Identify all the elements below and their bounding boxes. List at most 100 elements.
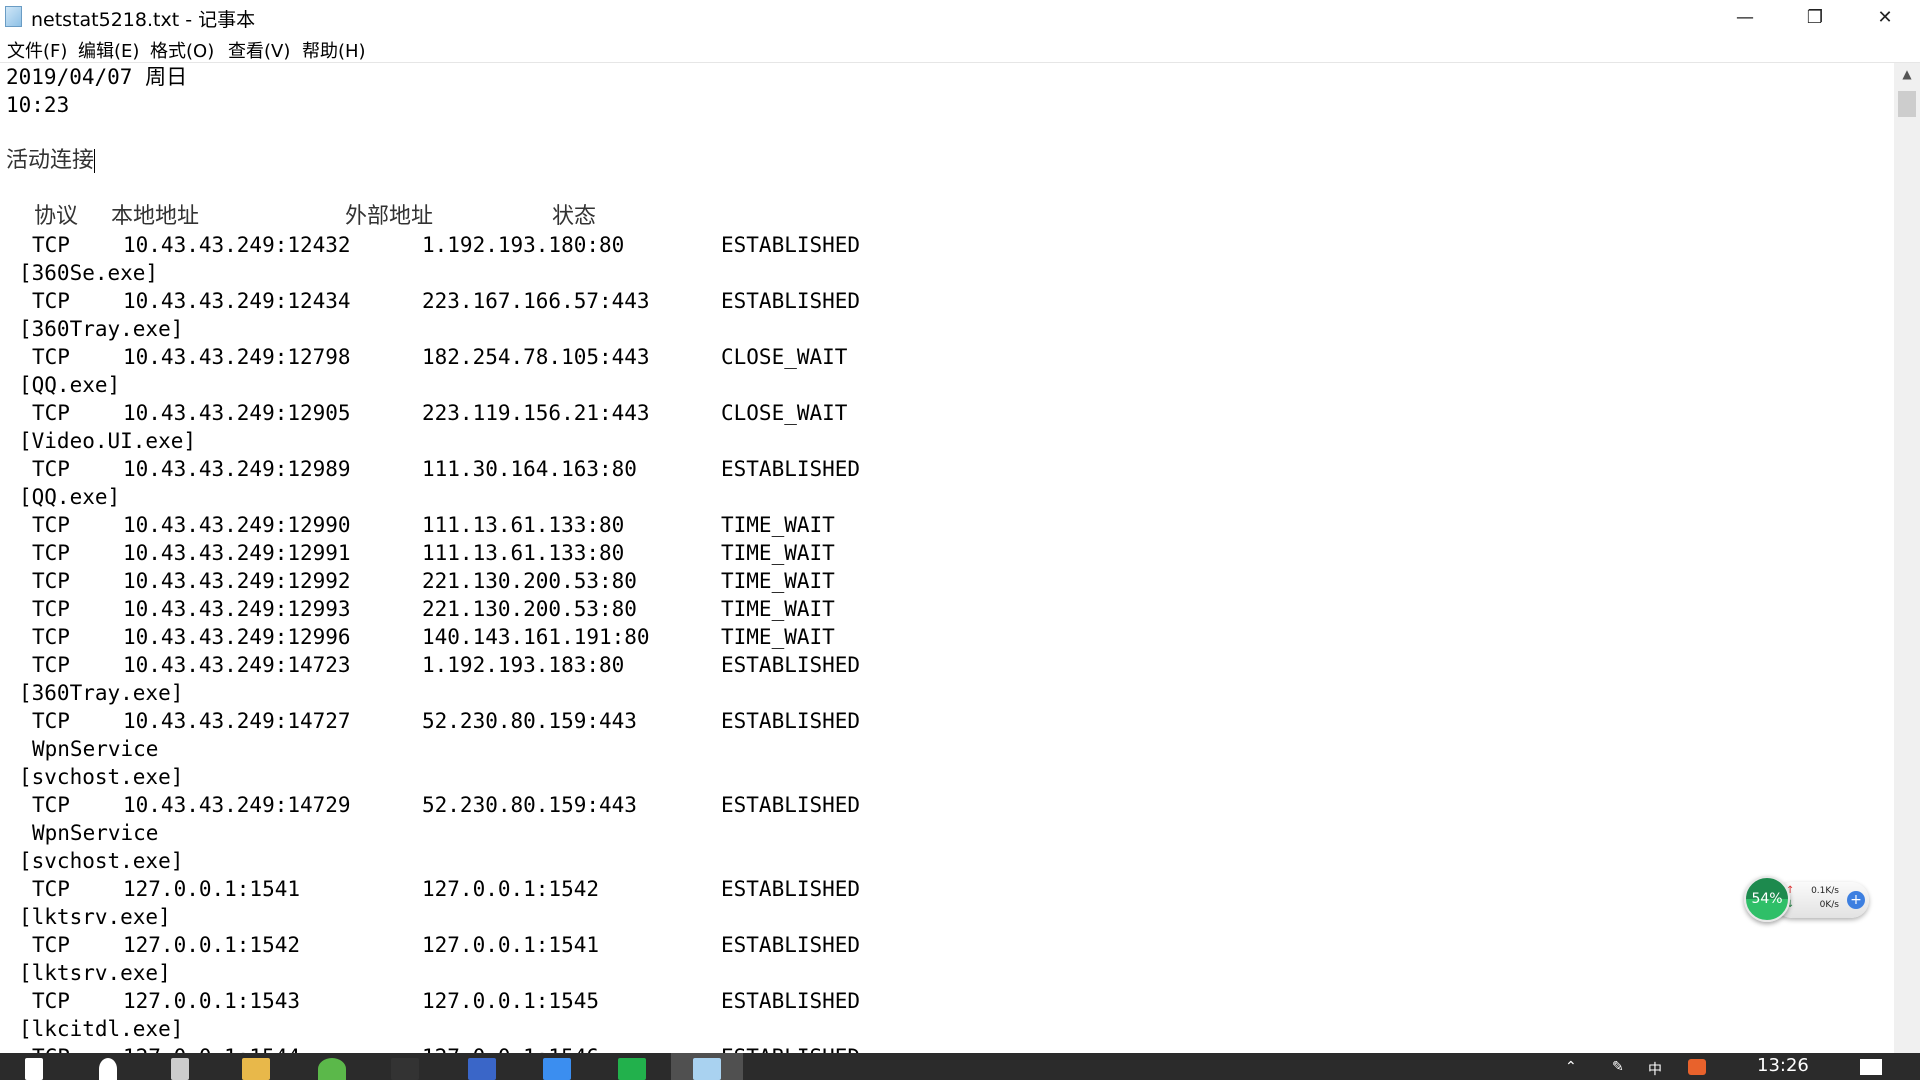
local-address-cell: 10.43.43.249:12798 bbox=[123, 345, 351, 369]
local-address-cell: 10.43.43.249:12434 bbox=[123, 289, 351, 313]
process-name: [360Se.exe] bbox=[19, 261, 159, 285]
close-button[interactable]: ✕ bbox=[1850, 0, 1920, 34]
browser-icon[interactable] bbox=[318, 1058, 346, 1080]
protocol-cell: TCP bbox=[32, 233, 70, 257]
foreign-address-cell: 127.0.0.1:1545 bbox=[422, 989, 600, 1013]
protocol-cell: TCP bbox=[32, 989, 70, 1013]
service-line: WpnService bbox=[0, 735, 1894, 763]
connection-row: TCP 10.43.43.249:14727 52.230.80.159:443 ES… bbox=[0, 707, 1894, 735]
restore-icon: ❐ bbox=[1806, 6, 1824, 28]
windows-start-icon[interactable] bbox=[25, 1058, 43, 1080]
header-foreign-address: 外部地址 bbox=[345, 204, 434, 229]
app-store-icon[interactable] bbox=[543, 1058, 571, 1080]
menu-format[interactable]: 格式(O) bbox=[150, 37, 214, 63]
process-name: [Video.UI.exe] bbox=[19, 429, 197, 453]
local-address-cell: 10.43.43.249:12996 bbox=[123, 625, 351, 649]
foreign-address-cell: 111.13.61.133:80 bbox=[422, 513, 625, 537]
notification-center-icon[interactable] bbox=[1860, 1059, 1882, 1075]
connection-row: TCP 10.43.43.249:12993 221.130.200.53:80 TI… bbox=[0, 595, 1894, 623]
foreign-address-cell: 127.0.0.1:1546 bbox=[422, 1043, 599, 1053]
speed-monitor-widget[interactable]: ↑ ↓ 0.1K/s 0K/s + 54% bbox=[1744, 876, 1869, 924]
service-name: WpnService bbox=[32, 737, 159, 761]
foreign-address-cell: 140.143.161.191:80 bbox=[422, 625, 650, 649]
menu-file[interactable]: 文件(F) bbox=[7, 37, 67, 63]
taskbar: ⌃ ✎ 中 13:26 bbox=[0, 1053, 1920, 1080]
notepad-icon bbox=[5, 6, 22, 27]
protocol-cell: TCP bbox=[32, 401, 70, 425]
tray-expand-icon[interactable]: ⌃ bbox=[1565, 1059, 1577, 1075]
foreign-address-cell: 52.230.80.159:443 bbox=[422, 793, 637, 817]
foreign-address-cell: 1.192.193.183:80 bbox=[422, 653, 625, 677]
local-address-cell: 10.43.43.249:14729 bbox=[123, 793, 351, 817]
service-line: WpnService bbox=[0, 819, 1894, 847]
menu-help[interactable]: 帮助(H) bbox=[302, 37, 366, 63]
connection-row: TCP 10.43.43.249:12989 111.30.164.163:80 ES… bbox=[0, 455, 1894, 483]
text-editor[interactable]: 2019/04/07 周日 10:23 活动连接 协议 本地地址 外部地址 状态… bbox=[0, 63, 1894, 1053]
state-cell: TIME_WAIT bbox=[721, 513, 835, 537]
local-address-cell: 10.43.43.249:12432 bbox=[123, 233, 351, 257]
process-name: [QQ.exe] bbox=[19, 373, 121, 397]
local-address-cell: 10.43.43.249:14723 bbox=[123, 653, 351, 677]
foreign-address-cell: 111.30.164.163:80 bbox=[422, 457, 637, 481]
pen-icon[interactable]: ✎ bbox=[1612, 1059, 1624, 1075]
accelerate-plus-icon[interactable]: + bbox=[1847, 891, 1865, 909]
time-line: 10:23 bbox=[0, 91, 1894, 119]
upload-speed: 0.1K/s bbox=[1811, 886, 1839, 896]
process-name: [svchost.exe] bbox=[19, 765, 184, 789]
protocol-cell: TCP bbox=[32, 709, 70, 733]
process-line: [svchost.exe] bbox=[0, 847, 1894, 875]
minimize-button[interactable]: — bbox=[1710, 0, 1780, 34]
clock[interactable]: 13:26 bbox=[1757, 1055, 1809, 1076]
memory-usage-ball[interactable]: 54% bbox=[1744, 876, 1790, 922]
connection-row: TCP 127.0.0.1:1541 127.0.0.1:1542 ESTABLISH… bbox=[0, 875, 1894, 903]
notepad-icon[interactable] bbox=[693, 1058, 721, 1080]
connection-row: TCP 10.43.43.249:12905 223.119.156.21:443 C… bbox=[0, 399, 1894, 427]
process-line: [QQ.exe] bbox=[0, 483, 1894, 511]
section-title: 活动连接 bbox=[6, 147, 96, 175]
process-name: [svchost.exe] bbox=[19, 849, 184, 873]
local-address-cell: 10.43.43.249:12905 bbox=[123, 401, 351, 425]
cmd-icon[interactable] bbox=[391, 1058, 419, 1080]
title-bar: netstat5218.txt - 记事本 — ❐ ✕ bbox=[0, 0, 1920, 34]
time-text: 10:23 bbox=[6, 93, 70, 117]
foreign-address-cell: 223.119.156.21:443 bbox=[422, 401, 650, 425]
state-cell: ESTABLISHED bbox=[721, 289, 861, 313]
scroll-up-arrow-icon[interactable]: ▲ bbox=[1894, 67, 1920, 81]
foreign-address-cell: 221.130.200.53:80 bbox=[422, 597, 637, 621]
connection-row: TCP 127.0.0.1:1542 127.0.0.1:1541 ESTABLISH… bbox=[0, 931, 1894, 959]
process-name: [lktsrv.exe] bbox=[19, 905, 171, 929]
process-line: [360Tray.exe] bbox=[0, 679, 1894, 707]
local-address-cell: 10.43.43.249:12993 bbox=[123, 597, 351, 621]
menu-view[interactable]: 查看(V) bbox=[228, 37, 290, 63]
connection-row: TCP 10.43.43.249:12996 140.143.161.191:80 T… bbox=[0, 623, 1894, 651]
ime-indicator[interactable]: 中 bbox=[1648, 1059, 1662, 1079]
menu-edit[interactable]: 编辑(E) bbox=[78, 37, 139, 63]
process-name: [QQ.exe] bbox=[19, 485, 121, 509]
protocol-cell: TCP bbox=[32, 457, 70, 481]
wechat-icon[interactable] bbox=[618, 1058, 646, 1080]
state-cell: TIME_WAIT bbox=[721, 597, 835, 621]
local-address-cell: 10.43.43.249:12990 bbox=[123, 513, 351, 537]
restore-button[interactable]: ❐ bbox=[1780, 0, 1850, 34]
foreign-address-cell: 1.192.193.180:80 bbox=[422, 233, 625, 257]
protocol-cell: TCP bbox=[32, 653, 70, 677]
protocol-cell: TCP bbox=[32, 569, 70, 593]
state-cell: TIME_WAIT bbox=[721, 625, 835, 649]
process-line: [QQ.exe] bbox=[0, 371, 1894, 399]
text-caret bbox=[94, 149, 96, 173]
office-tray-icon[interactable] bbox=[1688, 1059, 1706, 1075]
local-address-cell: 127.0.0.1:1542 bbox=[123, 933, 301, 957]
connection-row: TCP 10.43.43.249:12990 111.13.61.133:80 TIM… bbox=[0, 511, 1894, 539]
search-icon[interactable] bbox=[99, 1058, 117, 1080]
task-view-icon[interactable] bbox=[171, 1058, 189, 1080]
download-speed: 0K/s bbox=[1819, 900, 1839, 910]
protocol-cell: TCP bbox=[32, 1043, 70, 1053]
file-explorer-icon[interactable] bbox=[242, 1058, 270, 1080]
scroll-thumb[interactable] bbox=[1898, 91, 1916, 117]
process-line: [360Se.exe] bbox=[0, 259, 1894, 287]
network-tool-icon[interactable] bbox=[468, 1058, 496, 1080]
vertical-scrollbar[interactable]: ▲ bbox=[1894, 63, 1920, 1053]
local-address-cell: 10.43.43.249:12991 bbox=[123, 541, 351, 565]
process-name: [360Tray.exe] bbox=[19, 681, 184, 705]
process-line: [360Tray.exe] bbox=[0, 315, 1894, 343]
